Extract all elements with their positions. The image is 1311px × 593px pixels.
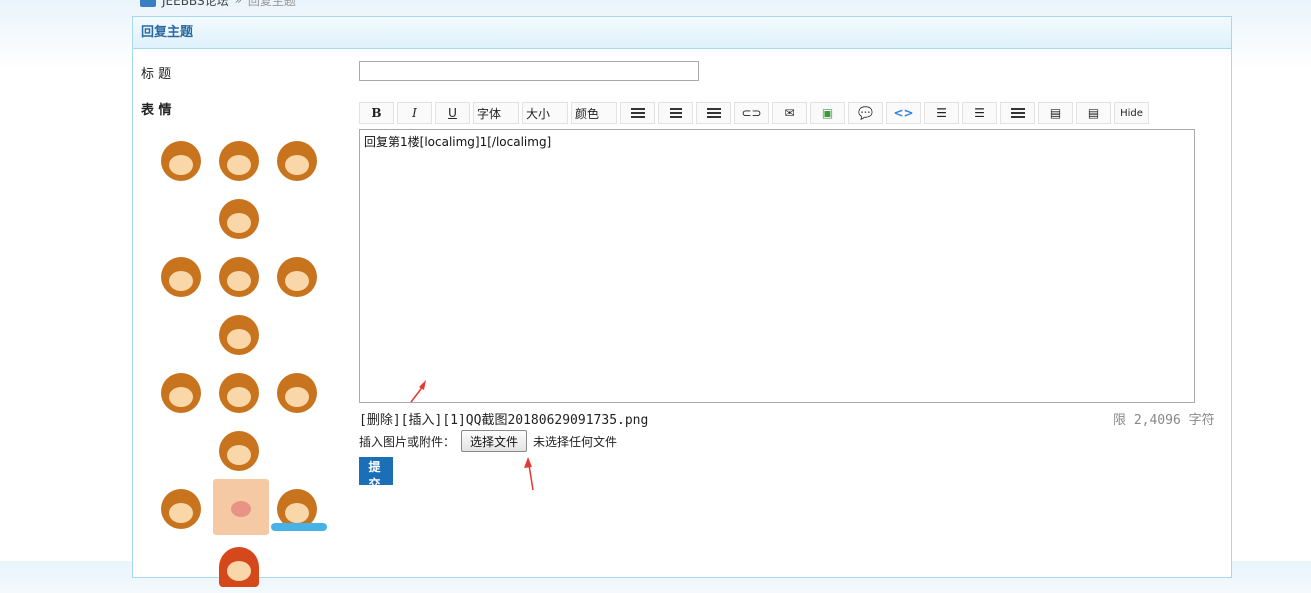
annotation-arrows <box>410 380 534 491</box>
arrow-to-choose-file-icon <box>524 457 534 491</box>
arrow-to-insert-icon <box>410 380 426 403</box>
